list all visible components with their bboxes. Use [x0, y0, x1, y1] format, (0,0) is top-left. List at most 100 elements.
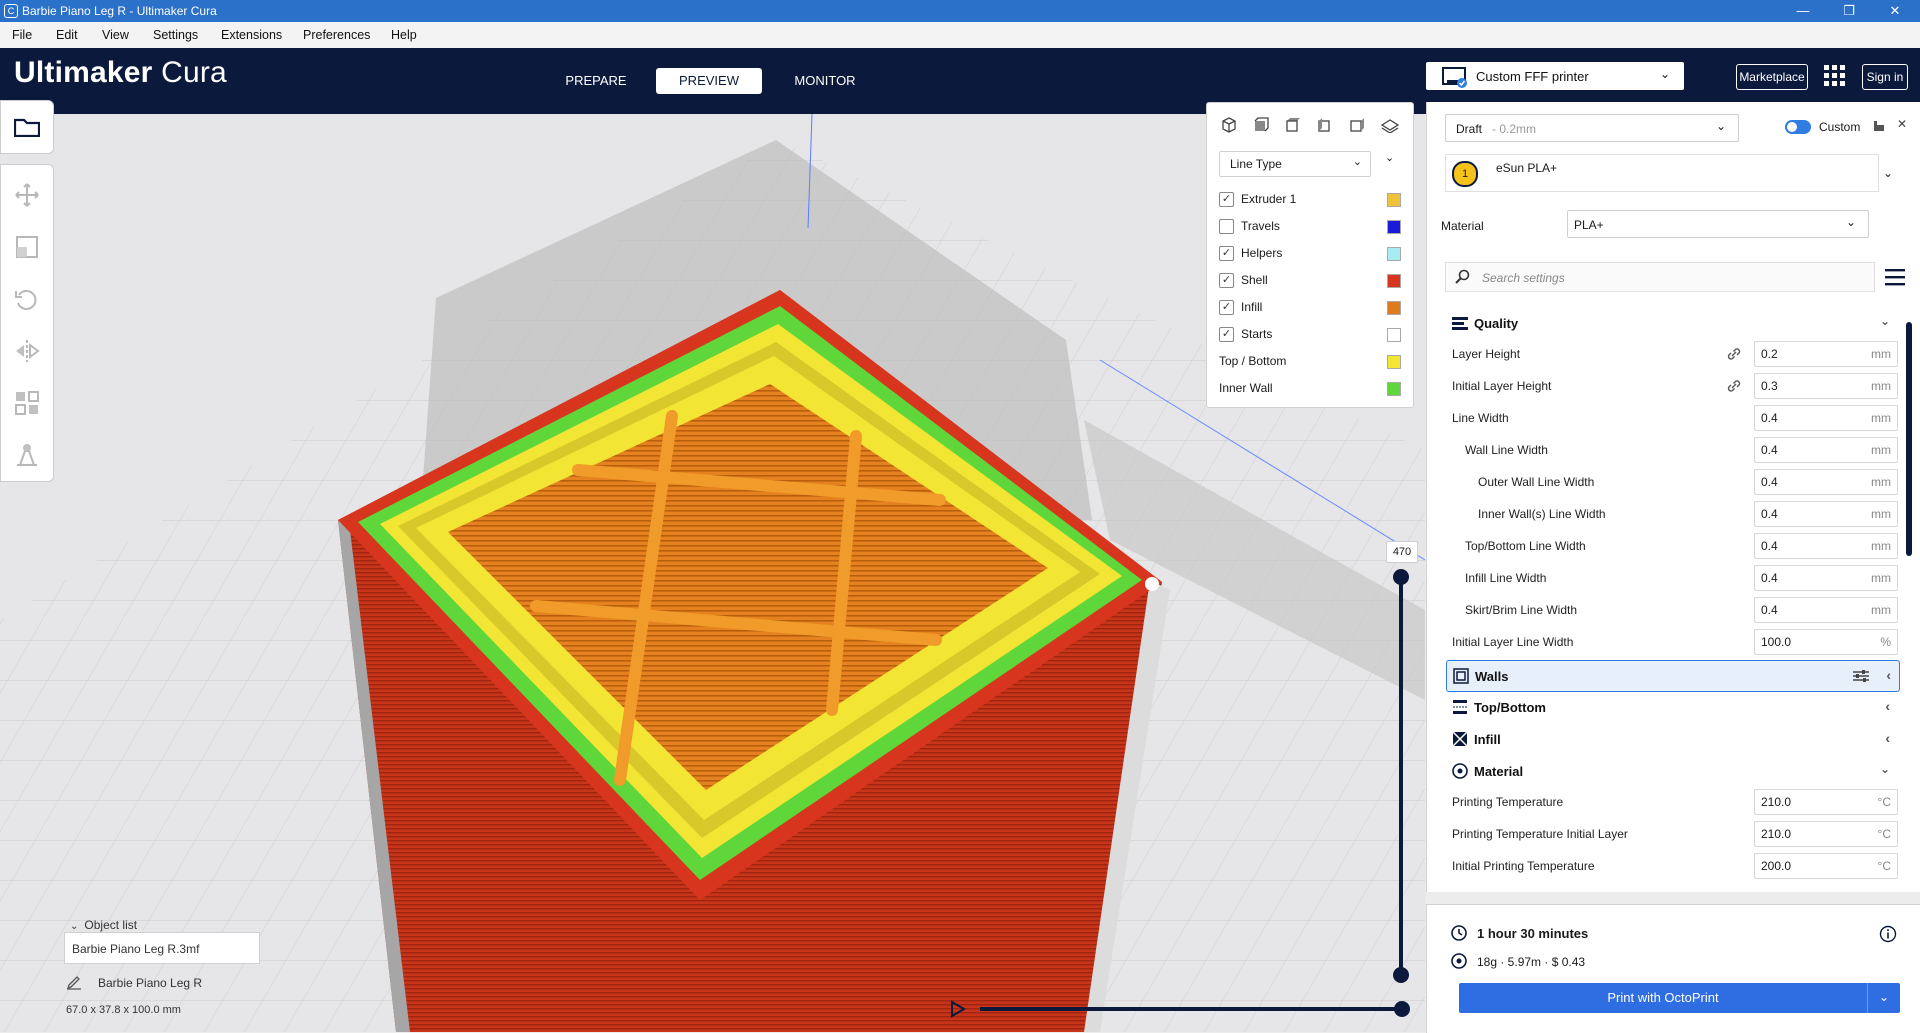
setting-label: Line Width	[1452, 411, 1509, 425]
support-blocker-icon[interactable]	[13, 441, 41, 469]
setting-value-field[interactable]: 0.2 mm	[1754, 341, 1898, 367]
clock-icon	[1451, 925, 1467, 941]
menu-preferences[interactable]: Preferences	[303, 28, 370, 42]
view-item-infill[interactable]: ✓ Infill	[1219, 297, 1401, 317]
profile-dropdown[interactable]: Draft - 0.2mm ⌄	[1445, 114, 1739, 142]
move-icon[interactable]	[13, 181, 41, 209]
close-panel-icon[interactable]: ✕	[1897, 117, 1907, 131]
setting-row: Layer Height 0.2 mm	[1452, 338, 1898, 370]
setting-value-field[interactable]: 200.0 °C	[1754, 853, 1898, 879]
setting-value-field[interactable]: 0.4 mm	[1754, 501, 1898, 527]
rotate-icon[interactable]	[13, 285, 41, 313]
setting-value-field[interactable]: 0.4 mm	[1754, 533, 1898, 559]
menu-settings[interactable]: Settings	[153, 28, 198, 42]
setting-value-field[interactable]: 100.0%	[1754, 629, 1898, 655]
stage-monitor[interactable]: MONITOR	[784, 68, 866, 94]
collapse-panel-chevron-icon[interactable]: ⌄	[1385, 151, 1394, 164]
setting-value-field[interactable]: 210.0 °C	[1754, 789, 1898, 815]
setting-label: Initial Printing Temperature	[1452, 859, 1595, 873]
category-walls[interactable]: Walls ‹	[1446, 660, 1900, 692]
view-item-helpers[interactable]: ✓ Helpers	[1219, 243, 1401, 263]
toggle-knob	[1787, 122, 1797, 132]
object-list-label: Object list	[84, 918, 138, 932]
setting-value-field[interactable]: 0.4 mm	[1754, 565, 1898, 591]
info-icon[interactable]	[1879, 925, 1897, 943]
setting-value: 0.4	[1761, 507, 1778, 521]
sliders-icon[interactable]	[1853, 669, 1869, 683]
edit-pencil-icon[interactable]	[66, 976, 82, 990]
stage-prepare[interactable]: PREPARE	[556, 68, 636, 94]
restore-icon[interactable]: ❐	[1826, 0, 1872, 22]
category-infill[interactable]: Infill ‹	[1446, 724, 1898, 754]
top-view-icon[interactable]	[1285, 117, 1301, 133]
view-item-extruder-1[interactable]: ✓ Extruder 1	[1219, 189, 1401, 209]
view-item-travels[interactable]: Travels	[1219, 216, 1401, 236]
menu-file[interactable]: File	[12, 28, 32, 42]
setting-value-field[interactable]: 0.4 mm	[1754, 405, 1898, 431]
object-file-item[interactable]: Barbie Piano Leg R.3mf	[64, 932, 260, 964]
mirror-icon[interactable]	[13, 337, 41, 365]
close-icon[interactable]: ✕	[1872, 0, 1918, 22]
pin-icon[interactable]	[1873, 120, 1885, 132]
right-view-icon[interactable]	[1349, 117, 1365, 133]
title-bar: C Barbie Piano Leg R - Ultimaker Cura — …	[0, 0, 1920, 22]
color-swatch	[1387, 274, 1401, 288]
infill-checkbox[interactable]: ✓	[1219, 300, 1234, 315]
settings-scrollbar[interactable]	[1906, 322, 1912, 556]
chevron-down-icon: ⌄	[1659, 67, 1670, 81]
category-material[interactable]: Material ⌄	[1446, 756, 1898, 786]
travels-checkbox[interactable]	[1219, 219, 1234, 234]
menu-extensions[interactable]: Extensions	[221, 28, 282, 42]
search-settings-input[interactable]: Search settings	[1445, 262, 1875, 292]
menu-edit[interactable]: Edit	[56, 28, 78, 42]
view-type-icon[interactable]	[1381, 117, 1399, 133]
helpers-checkbox[interactable]: ✓	[1219, 246, 1234, 261]
stage-preview[interactable]: PREVIEW	[656, 68, 762, 94]
front-view-icon[interactable]	[1253, 117, 1269, 133]
extruder-tab[interactable]: 1 eSun PLA+	[1445, 154, 1879, 192]
profile-sub: 0.2mm	[1499, 122, 1537, 136]
view-item-starts[interactable]: ✓ Starts	[1219, 324, 1401, 344]
setting-value-field[interactable]: 210.0 °C	[1754, 821, 1898, 847]
view-item-label: Extruder 1	[1241, 192, 1297, 206]
per-model-settings-icon[interactable]	[13, 389, 41, 417]
setting-value-field[interactable]: 0.4 mm	[1754, 597, 1898, 623]
left-view-icon[interactable]	[1317, 117, 1333, 133]
color-scheme-dropdown[interactable]: Line Type ⌄	[1219, 151, 1371, 177]
color-swatch	[1387, 193, 1401, 207]
legend-label: Top / Bottom	[1219, 354, 1287, 368]
apps-grid-icon[interactable]	[1824, 65, 1846, 87]
material-label: Material	[1441, 219, 1484, 233]
setting-value-field[interactable]: 0.3 mm	[1754, 373, 1898, 399]
setting-value-field[interactable]: 0.4 mm	[1754, 437, 1898, 463]
extruder-1-checkbox[interactable]: ✓	[1219, 192, 1234, 207]
category-quality[interactable]: Quality ⌄	[1446, 308, 1898, 338]
layer-number-input[interactable]: 470	[1386, 541, 1418, 563]
object-list-toggle[interactable]: ⌄ Object list	[70, 918, 137, 932]
print-options-chevron-icon[interactable]: ⌄	[1867, 983, 1900, 1013]
print-with-octoprint-button[interactable]: Print with OctoPrint	[1459, 983, 1867, 1013]
printer-selector[interactable]: Custom FFF printer ⌄	[1426, 62, 1684, 90]
menu-help[interactable]: Help	[391, 28, 417, 42]
custom-toggle[interactable]	[1785, 120, 1811, 134]
minimize-icon[interactable]: —	[1780, 0, 1826, 22]
sign-in-button[interactable]: Sign in	[1862, 64, 1908, 90]
setting-row: Initial Layer Line Width 100.0%	[1452, 626, 1898, 658]
setting-value: 0.2	[1761, 347, 1778, 361]
starts-checkbox[interactable]: ✓	[1219, 327, 1234, 342]
menu-view[interactable]: View	[102, 28, 129, 42]
marketplace-button[interactable]: Marketplace	[1736, 64, 1808, 90]
scale-icon[interactable]	[13, 233, 41, 261]
folder-icon[interactable]	[14, 117, 40, 137]
view-item-shell[interactable]: ✓ Shell	[1219, 270, 1401, 290]
extruder-chevron-icon[interactable]: ⌄	[1883, 166, 1893, 180]
category-top-bottom[interactable]: Top/Bottom ‹	[1446, 692, 1898, 722]
setting-value-field[interactable]: 0.4 mm	[1754, 469, 1898, 495]
shell-checkbox[interactable]: ✓	[1219, 273, 1234, 288]
settings-menu-icon[interactable]	[1885, 268, 1905, 286]
play-icon[interactable]	[950, 1000, 966, 1018]
3d-view-icon[interactable]	[1221, 117, 1237, 133]
top-bottom-icon	[1453, 700, 1467, 714]
chevron-down-icon: ⌄	[1879, 762, 1890, 776]
material-dropdown[interactable]: PLA+ ⌄	[1567, 210, 1869, 238]
